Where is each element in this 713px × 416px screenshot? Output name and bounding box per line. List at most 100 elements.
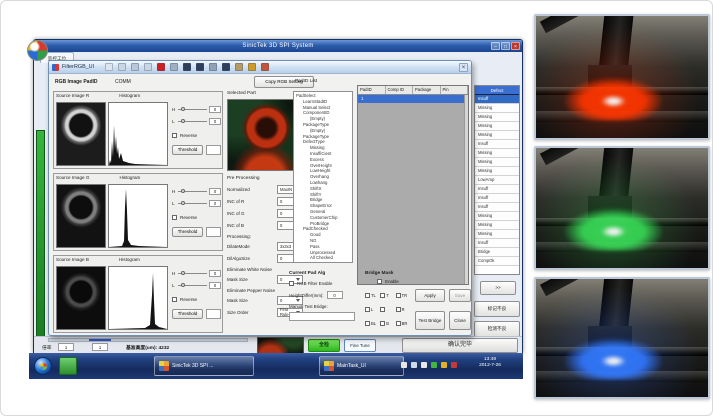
toolbar-icon[interactable]: [144, 63, 152, 71]
h-slider[interactable]: [178, 109, 207, 110]
defect-row[interactable]: Missing: [475, 149, 519, 158]
defect-row[interactable]: Missing: [475, 113, 519, 122]
mark-defect-button[interactable]: 标记不良: [474, 301, 520, 317]
bridge-cell-checkbox[interactable]: [380, 321, 385, 326]
l-value-box[interactable]: 0: [209, 200, 221, 207]
table-row[interactable]: 1: [358, 95, 468, 103]
selected-part-image[interactable]: [227, 99, 303, 171]
threshold-value-box[interactable]: [206, 227, 221, 237]
defect-row[interactable]: Insuff: [475, 140, 519, 149]
bridge-mask-cell[interactable]: R: [396, 302, 411, 316]
pad-table-column[interactable]: PadID: [358, 86, 386, 94]
defect-row[interactable]: Missing: [475, 158, 519, 167]
bridge-cell-checkbox[interactable]: [365, 321, 370, 326]
h-value-box[interactable]: 0: [209, 188, 221, 195]
threshold-value-box[interactable]: [206, 309, 221, 319]
pad-table-column[interactable]: Comp ID: [386, 86, 414, 94]
rgb-filter-checkbox[interactable]: [289, 281, 294, 286]
toolbar-icon[interactable]: [118, 63, 126, 71]
pad-table-column[interactable]: Package: [413, 86, 441, 94]
bridge-cell-checkbox[interactable]: [365, 293, 370, 298]
start-button[interactable]: [34, 357, 52, 375]
table-scrollbar[interactable]: [464, 95, 468, 284]
l-value-box[interactable]: 0: [209, 282, 221, 289]
bridge-mask-cell[interactable]: TL: [365, 288, 380, 302]
reverse-checkbox[interactable]: [172, 215, 177, 220]
taskbar-app-spi[interactable]: SinicTek 3D SPI ...: [154, 356, 254, 376]
magnification-value-2[interactable]: 1: [92, 343, 108, 351]
tray-icon[interactable]: [431, 362, 437, 368]
inspect-defect-button[interactable]: 检测不良: [474, 321, 520, 337]
bridge-mask-cell[interactable]: T: [380, 288, 395, 302]
pad-table[interactable]: PadIDComp IDPackagePin 1: [357, 85, 469, 285]
bridge-cell-checkbox[interactable]: [396, 293, 401, 298]
defect-row[interactable]: Missing: [475, 104, 519, 113]
defect-row[interactable]: Insuff: [475, 194, 519, 203]
reverse-checkbox[interactable]: [172, 133, 177, 138]
defect-row[interactable]: Insuff: [475, 185, 519, 194]
bridge-cell-checkbox[interactable]: [380, 293, 385, 298]
l-slider[interactable]: [178, 285, 207, 286]
bridge-mask-cell[interactable]: L: [365, 302, 380, 316]
main-window-titlebar[interactable]: SinicTek 3D SPI System –□×: [34, 40, 522, 52]
bridge-cell-checkbox[interactable]: [365, 307, 370, 312]
h-slider[interactable]: [178, 191, 207, 192]
h-value-box[interactable]: 0: [209, 106, 221, 113]
bridge-mask-cell[interactable]: BL: [365, 316, 380, 330]
toolbar-icon[interactable]: [131, 63, 139, 71]
toolbar-icon[interactable]: [183, 63, 191, 71]
threshold-value-box[interactable]: [206, 145, 221, 155]
l-slider[interactable]: [178, 203, 207, 204]
toolbar-icon[interactable]: [261, 63, 269, 71]
tray-icon[interactable]: [421, 362, 427, 368]
scrollbar-thumb[interactable]: [89, 339, 111, 341]
defect-table[interactable]: Defect InsuffMissingMissingMissingMissin…: [474, 85, 520, 275]
threshold-button[interactable]: Threshold: [172, 309, 203, 319]
test-bridge-button[interactable]: Test Bridge: [415, 311, 445, 330]
confirm-complete-button[interactable]: 确认完毕: [402, 338, 518, 353]
toolbar-icon[interactable]: [222, 63, 230, 71]
tray-icon[interactable]: [411, 362, 417, 368]
defect-row[interactable]: Missing: [475, 167, 519, 176]
bridge-enable-checkbox[interactable]: [377, 279, 382, 284]
bridge-cell-checkbox[interactable]: [396, 307, 401, 312]
tray-icon[interactable]: [441, 362, 447, 368]
defect-row[interactable]: CompOk: [475, 257, 519, 266]
defect-row[interactable]: Missing: [475, 230, 519, 239]
window-control-button[interactable]: □: [501, 42, 510, 50]
toolbar-icon[interactable]: [157, 63, 165, 71]
toolbar-icon[interactable]: [248, 63, 256, 71]
pad-table-column[interactable]: Pin: [441, 86, 469, 94]
taskbar-clock[interactable]: 13:48 2012-7-26: [463, 357, 517, 369]
full-inspect-button[interactable]: 全检: [308, 339, 340, 352]
defect-row[interactable]: Bridge: [475, 248, 519, 257]
h-value-box[interactable]: 0: [209, 270, 221, 277]
tray-icon[interactable]: [401, 362, 407, 368]
reverse-checkbox[interactable]: [172, 297, 177, 302]
defect-row[interactable]: Missing: [475, 122, 519, 131]
defect-row[interactable]: Missing: [475, 221, 519, 230]
tree-item[interactable]: All Checked: [294, 255, 352, 261]
l-slider[interactable]: [178, 121, 207, 122]
bridge-mask-cell[interactable]: [380, 302, 395, 316]
window-control-button[interactable]: –: [491, 42, 500, 50]
height-differ-value[interactable]: 0: [327, 291, 343, 299]
close-button[interactable]: Close: [449, 311, 471, 330]
padid-tree[interactable]: PadSelectLearnStadIDManual SelectCompone…: [293, 91, 353, 263]
more-button[interactable]: >>: [480, 281, 516, 295]
toolbar-icon[interactable]: [170, 63, 178, 71]
bridge-mask-cell[interactable]: BR: [396, 316, 411, 330]
bridge-mask-cell[interactable]: TR: [396, 288, 411, 302]
taskbar-app-maintask[interactable]: MainTask_UI: [319, 356, 404, 376]
defect-row[interactable]: Missing: [475, 212, 519, 221]
defect-row[interactable]: Insuff: [475, 95, 519, 104]
source-image-g[interactable]: [56, 184, 106, 248]
dialog-titlebar[interactable]: FilterRGB_UI ×: [49, 61, 471, 74]
bridge-cell-checkbox[interactable]: [380, 307, 385, 312]
toolbar-icon[interactable]: [105, 63, 113, 71]
defect-row[interactable]: Missing: [475, 131, 519, 140]
tray-icon[interactable]: [451, 362, 457, 368]
apply-button[interactable]: Apply: [415, 289, 445, 302]
fine-tune-button[interactable]: Fine Tune: [344, 339, 376, 352]
defect-row[interactable]: Insuff: [475, 239, 519, 248]
